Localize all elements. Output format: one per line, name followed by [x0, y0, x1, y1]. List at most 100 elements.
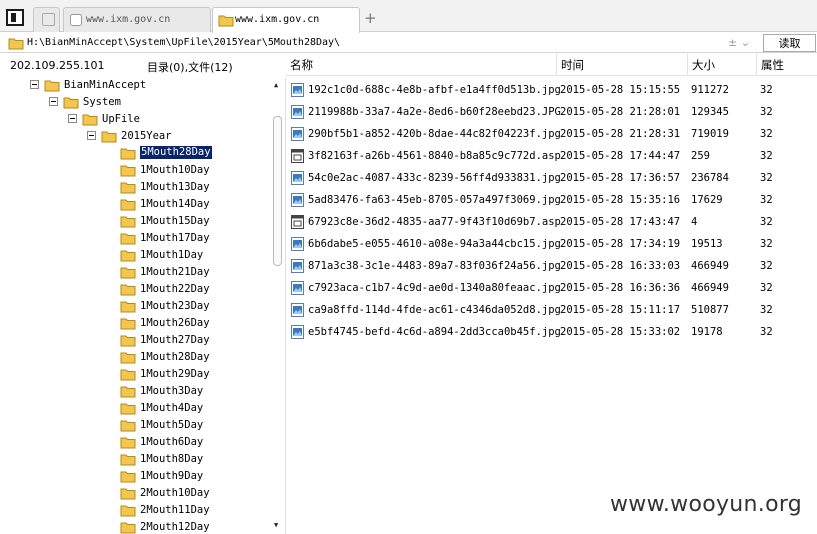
file-time: 2015-05-28 16:33:03: [560, 260, 681, 272]
column-size[interactable]: 大小: [687, 54, 756, 76]
tree-node[interactable]: 1Mouth29Day: [0, 366, 270, 382]
file-size: 466949: [691, 260, 729, 272]
tree-node[interactable]: 5Mouth28Day: [0, 145, 270, 161]
path-input[interactable]: H:\BianMinAccept\System\UpFile\2015Year\…: [27, 37, 340, 48]
scroll-thumb[interactable]: [273, 116, 282, 266]
folder-icon: [120, 350, 136, 367]
tree-node[interactable]: 2Mouth10Day: [0, 485, 270, 501]
image-file-icon: [291, 193, 304, 207]
tree-node[interactable]: 1Mouth23Day: [0, 298, 270, 314]
scroll-up-icon[interactable]: ▲: [274, 81, 278, 89]
tree-node[interactable]: 1Mouth22Day: [0, 281, 270, 297]
path-bar: H:\BianMinAccept\System\UpFile\2015Year\…: [0, 33, 817, 53]
file-attr: 32: [760, 172, 773, 184]
tree-node[interactable]: 1Mouth27Day: [0, 332, 270, 348]
file-row[interactable]: c7923aca-c1b7-4c9d-ae0d-1340a80feaac.jpg…: [286, 277, 817, 299]
file-row[interactable]: 871a3c38-3c1e-4483-89a7-83f036f24a56.jpg…: [286, 255, 817, 277]
tree-node[interactable]: 2015Year: [0, 128, 270, 144]
file-row[interactable]: 192c1c0d-688c-4e8b-afbf-e1a4ff0d513b.jpg…: [286, 79, 817, 101]
tree-node-label: 1Mouth14Day: [140, 198, 210, 210]
folder-icon: [8, 38, 24, 50]
file-row[interactable]: e5bf4745-befd-4c6d-a894-2dd3cca0b45f.jpg…: [286, 321, 817, 343]
collapse-icon[interactable]: [30, 80, 39, 89]
file-row[interactable]: 5ad83476-fa63-45eb-8705-057a497f3069.jpg…: [286, 189, 817, 211]
file-name: 6b6dabe5-e055-4610-a08e-94a3a44cbc15.jpg: [308, 238, 561, 250]
tree-node[interactable]: 1Mouth3Day: [0, 383, 270, 399]
file-row[interactable]: ca9a8ffd-114d-4fde-ac61-c4346da052d8.jpg…: [286, 299, 817, 321]
read-button-label: 读取: [778, 37, 801, 50]
tree-node[interactable]: 1Mouth26Day: [0, 315, 270, 331]
file-row[interactable]: 2119988b-33a7-4a2e-8ed6-b60f28eebd23.JPG…: [286, 101, 817, 123]
tree-node[interactable]: 1Mouth4Day: [0, 400, 270, 416]
file-row[interactable]: 3f82163f-a26b-4561-8840-b8a85c9c772d.asp…: [286, 145, 817, 167]
tree-node-label: 1Mouth17Day: [140, 232, 210, 244]
blank-page-icon: [42, 13, 55, 26]
column-time[interactable]: 时间: [556, 54, 687, 76]
image-file-icon: [291, 325, 304, 339]
file-row[interactable]: 6b6dabe5-e055-4610-a08e-94a3a44cbc15.jpg…: [286, 233, 817, 255]
tree-node[interactable]: 1Mouth10Day: [0, 162, 270, 178]
tree-node[interactable]: 1Mouth21Day: [0, 264, 270, 280]
folder-icon: [120, 452, 136, 469]
scroll-down-icon[interactable]: ▼: [274, 521, 278, 529]
tree-node-label: 2Mouth11Day: [140, 504, 210, 516]
image-file-icon: [291, 281, 304, 295]
file-time: 2015-05-28 16:36:36: [560, 282, 681, 294]
tab-site-1[interactable]: www.ixm.gov.cn: [63, 7, 211, 32]
tree-node-label: 1Mouth29Day: [140, 368, 210, 380]
tree-node[interactable]: 1Mouth6Day: [0, 434, 270, 450]
tree-node[interactable]: UpFile: [0, 111, 270, 127]
tree-node[interactable]: 1Mouth28Day: [0, 349, 270, 365]
tree-node[interactable]: System: [0, 94, 270, 110]
folder-icon: [120, 163, 136, 180]
server-ip: 202.109.255.101: [10, 59, 105, 72]
file-size: 259: [691, 150, 710, 162]
sidebar-toggle-icon[interactable]: [6, 9, 24, 26]
column-attr[interactable]: 属性: [756, 54, 817, 76]
file-row[interactable]: 67923c8e-36d2-4835-aa77-9f43f10d69b7.asp…: [286, 211, 817, 233]
read-button[interactable]: 读取: [763, 34, 816, 52]
image-file-icon: [291, 303, 304, 317]
file-size: 19178: [691, 326, 723, 338]
file-row[interactable]: 54c0e2ac-4087-433c-8239-56ff4d933831.jpg…: [286, 167, 817, 189]
collapse-icon[interactable]: [87, 131, 96, 140]
file-name: 290bf5b1-a852-420b-8dae-44c82f04223f.jpg: [308, 128, 561, 140]
tree-node[interactable]: BianMinAccept: [0, 78, 270, 93]
file-attr: 32: [760, 238, 773, 250]
column-name[interactable]: 名称: [286, 54, 556, 76]
folder-icon: [120, 316, 136, 333]
collapse-icon[interactable]: [49, 97, 58, 106]
tab-site-2[interactable]: www.ixm.gov.cn: [212, 7, 360, 33]
tree-scrollbar[interactable]: ▲ ▼: [271, 78, 285, 534]
folder-icon: [120, 367, 136, 384]
tree-node[interactable]: 1Mouth13Day: [0, 179, 270, 195]
tab-blank[interactable]: [33, 7, 60, 32]
watermark: www.wooyun.org: [610, 492, 803, 517]
folder-icon: [120, 503, 136, 520]
folder-icon: [82, 112, 98, 129]
tree-node[interactable]: 1Mouth15Day: [0, 213, 270, 229]
tree-node[interactable]: 1Mouth14Day: [0, 196, 270, 212]
tree-node-label: 1Mouth23Day: [140, 300, 210, 312]
tree-node-label: 1Mouth10Day: [140, 164, 210, 176]
folder-icon: [120, 333, 136, 350]
file-size: 466949: [691, 282, 729, 294]
file-row[interactable]: 290bf5b1-a852-420b-8dae-44c82f04223f.jpg…: [286, 123, 817, 145]
file-attr: 32: [760, 304, 773, 316]
folder-icon: [120, 282, 136, 299]
file-size: 911272: [691, 84, 729, 96]
path-options[interactable]: ± ⌄: [728, 36, 750, 49]
tree-node[interactable]: 1Mouth5Day: [0, 417, 270, 433]
tree-node[interactable]: 1Mouth17Day: [0, 230, 270, 246]
tree-node[interactable]: 1Mouth8Day: [0, 451, 270, 467]
tree-node[interactable]: 2Mouth12Day: [0, 519, 270, 534]
collapse-icon[interactable]: [68, 114, 77, 123]
file-attr: 32: [760, 128, 773, 140]
tree-node[interactable]: 2Mouth11Day: [0, 502, 270, 518]
new-tab-button[interactable]: +: [364, 9, 377, 27]
tree-node[interactable]: 1Mouth1Day: [0, 247, 270, 263]
file-time: 2015-05-28 15:15:55: [560, 84, 681, 96]
file-attr: 32: [760, 216, 773, 228]
directory-tree: BianMinAccept System UpFile 2015Year 5Mouth2…: [0, 78, 286, 534]
tree-node[interactable]: 1Mouth9Day: [0, 468, 270, 484]
